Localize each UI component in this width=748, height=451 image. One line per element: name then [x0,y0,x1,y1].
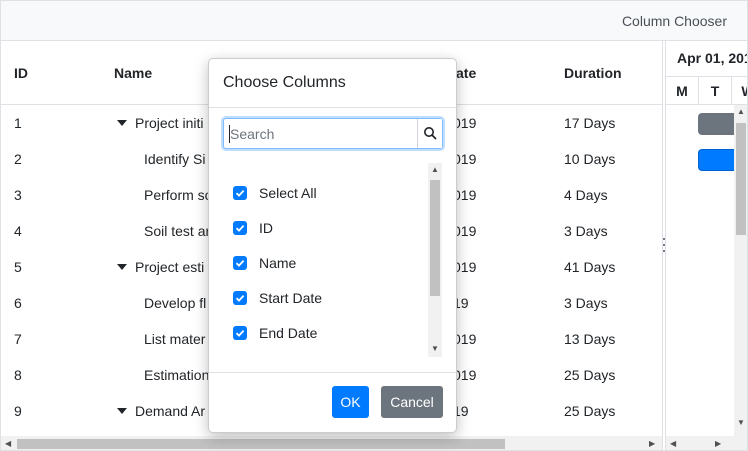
cell-duration: 3 Days [564,223,608,239]
cell-duration: 4 Days [564,187,608,203]
checkbox-label: ID [259,220,273,236]
cell-duration: 25 Days [564,367,616,383]
cell-name: Soil test ar [144,223,211,239]
search-input[interactable] [230,125,416,143]
drag-handle-icon[interactable] [663,238,665,252]
cell-name-text: Project esti [135,259,205,275]
column-header-duration[interactable]: Duration [564,65,622,81]
chart-horizontal-scrollbar[interactable]: ◀ ▶ [666,436,747,450]
cell-name: Project esti [117,259,204,275]
cell-duration: 25 Days [564,403,616,419]
cell-name: Demand Ar [117,403,205,419]
scrollbar-thumb[interactable] [736,123,746,235]
search-icon [424,127,437,140]
cell-name: List mater [144,331,206,347]
cell-id: 1 [14,115,22,131]
check-icon [235,259,245,267]
timeline-day-label: M [676,83,688,99]
checkbox[interactable] [233,291,247,305]
dialog-title: Choose Columns [223,74,346,91]
scroll-right-arrow-icon[interactable]: ▶ [715,440,721,448]
checkbox-label: Select All [259,185,317,201]
cell-name: Estimation [144,367,210,383]
dialog-header: Choose Columns [209,59,456,108]
cancel-button[interactable]: Cancel [381,386,443,418]
grid-horizontal-scrollbar[interactable]: ◀ ▶ [1,436,662,450]
toolbar: Column Chooser [1,1,747,41]
column-chooser-button[interactable]: Column Chooser [622,13,727,29]
checkbox-label: Name [259,255,297,271]
checkbox-label: Start Date [259,290,323,306]
search-box[interactable] [223,118,443,149]
checkbox[interactable] [233,326,247,340]
timeline-top-tier: Apr 01, 201 [666,41,748,77]
cell-id: 3 [14,187,22,203]
cell-id: 4 [14,223,22,239]
cell-name-text: Demand Ar [135,403,206,419]
cell-duration: 13 Days [564,331,616,347]
ok-button[interactable]: OK [332,386,369,418]
collapse-arrow-icon[interactable] [117,264,127,270]
scroll-right-arrow-icon[interactable]: ▶ [649,440,655,448]
timeline-bottom-tier: M T W [666,77,747,105]
cell-id: 7 [14,331,22,347]
cell-id: 9 [14,403,22,419]
cell-name: Project initi [117,115,203,131]
checkbox[interactable] [233,221,247,235]
cell-id: 6 [14,295,22,311]
scroll-left-arrow-icon[interactable]: ◀ [670,440,676,448]
list-vertical-scrollbar[interactable]: ▲ ▼ [428,163,442,357]
column-header-name[interactable]: Name [114,65,152,81]
collapse-arrow-icon[interactable] [117,408,127,414]
dialog-footer-divider [209,372,456,373]
gantt-component: Column Chooser ID Name ate Duration 1 Pr… [0,0,748,451]
cell-duration: 10 Days [564,151,616,167]
collapse-arrow-icon[interactable] [117,120,127,126]
scroll-down-arrow-icon[interactable]: ▼ [737,419,745,427]
cell-name: Perform so [144,187,213,203]
check-icon [235,224,245,232]
scroll-left-arrow-icon[interactable]: ◀ [5,440,11,448]
cell-duration: 41 Days [564,259,616,275]
cell-name: Identify Si [144,151,206,167]
cell-duration: 17 Days [564,115,616,131]
cell-name: Develop fl [144,295,207,311]
check-icon [235,329,245,337]
checkbox[interactable] [233,256,247,270]
scrollbar-thumb[interactable] [17,439,505,449]
check-icon [235,294,245,302]
chart-vertical-scrollbar[interactable]: ▲ ▼ [734,105,747,436]
cell-id: 2 [14,151,22,167]
cell-name-text: Project initi [135,115,204,131]
timeline-day-label: T [710,83,720,99]
scroll-up-arrow-icon[interactable]: ▲ [431,166,439,174]
checkbox-label: End Date [259,325,318,341]
column-checkbox-list: Select All ID Name Start Date End Date ▲ [223,163,443,358]
cell-duration: 3 Days [564,295,608,311]
cell-id: 8 [14,367,22,383]
column-chooser-dialog: Choose Columns Select All ID Name [208,58,457,433]
timeline-day-label: W [732,83,747,99]
search-button[interactable] [417,119,442,148]
timeline-week-label: Apr 01, 201 [677,50,748,66]
scroll-down-arrow-icon[interactable]: ▼ [431,345,439,353]
scrollbar-thumb[interactable] [430,180,440,296]
cell-id: 5 [14,259,22,275]
column-header-start-date[interactable]: ate [456,65,476,81]
scroll-up-arrow-icon[interactable]: ▲ [737,108,745,116]
checkbox[interactable] [233,186,247,200]
column-header-id[interactable]: ID [14,65,28,81]
check-icon [235,189,245,197]
